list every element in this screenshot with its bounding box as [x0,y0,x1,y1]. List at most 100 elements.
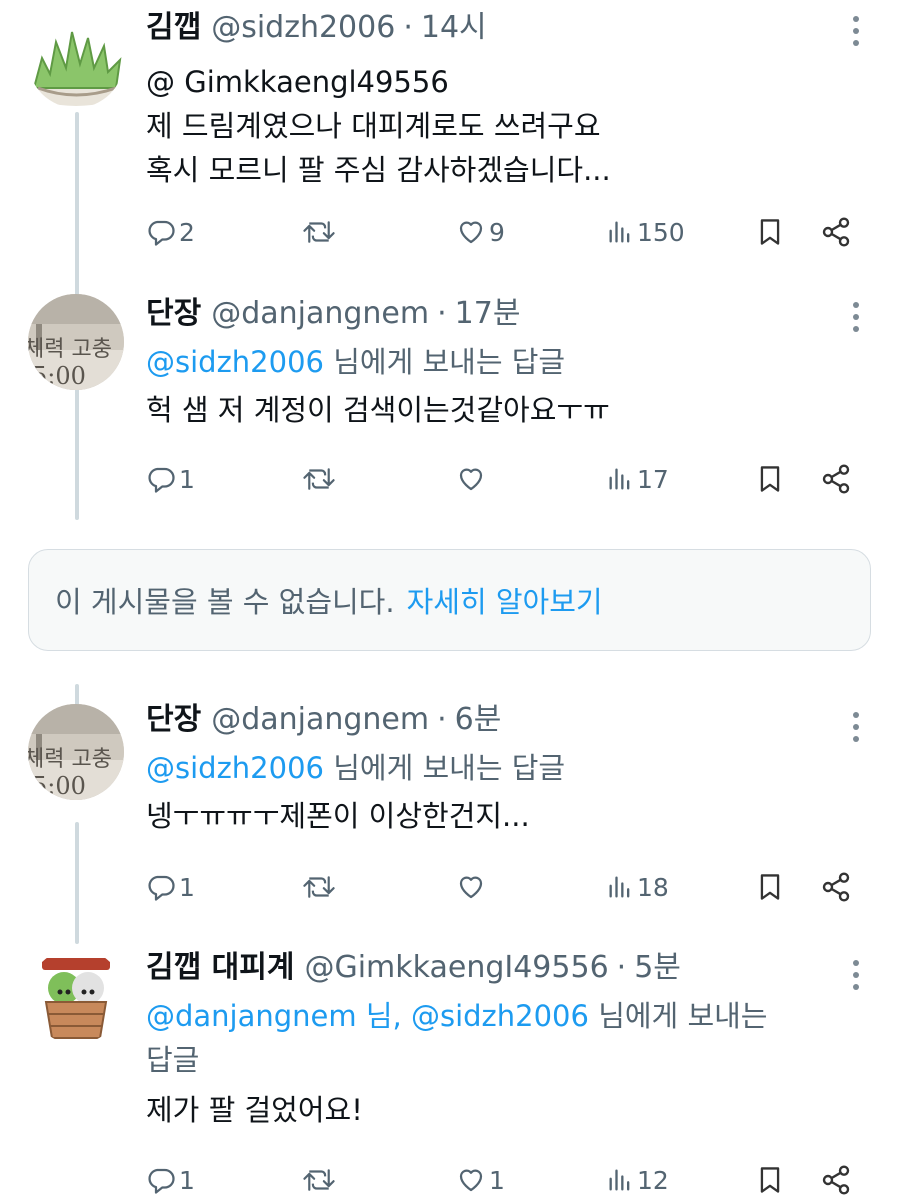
like-button[interactable]: 9 [456,210,505,254]
avatar[interactable]: 체력 고충 5:00 [28,704,124,800]
reply-count: 1 [179,872,195,902]
author-handle[interactable]: @GimkkaengI49556 [304,948,608,988]
avatar-text: 체력 고충 [28,337,112,362]
reply-button[interactable]: 1 [146,1158,195,1202]
tweet[interactable]: 체력 고충 5:00 단장 @danjangnem · 6분 @sidzh200… [0,700,901,930]
chibi-characters-in-bucket-icon [28,948,124,1044]
avatar[interactable]: 체력 고충 5:00 [28,294,124,390]
avatar-text: 체력 고충 [28,747,112,772]
like-button[interactable] [456,865,486,909]
views-chart-icon [609,221,630,243]
author-handle[interactable]: @sidzh2006 [211,8,395,48]
views-button[interactable]: 150 [606,210,685,254]
bookmark-button[interactable] [756,210,784,254]
bookmark-button[interactable] [756,865,784,909]
separator-dot: · [437,702,447,737]
more-options-icon[interactable] [853,16,861,46]
tweet-text-line: 헉 샘 저 계정이 검색이는것같아요ㅜㅠ [146,393,610,427]
action-bar: 1 18 [146,865,866,909]
reply-button[interactable]: 1 [146,457,195,501]
reply-to-label: 님에게 보내는 답글 [333,751,566,785]
reply-to-handle[interactable]: @sidzh2006 [146,751,324,785]
tweet[interactable]: 체력 고충 5:00 단장 @danjangnem · 17분 @sidzh20… [0,290,901,530]
reply-to-handle[interactable]: @sidzh2006 [411,999,589,1033]
heart-icon [459,221,483,244]
action-bar: 1 17 [146,457,866,501]
view-count: 12 [637,1165,669,1195]
views-button[interactable]: 18 [606,865,669,909]
like-button[interactable] [456,457,486,501]
author-name[interactable]: 김깹 대피계 [146,948,294,988]
tweet-text-line: 넹ㅜㅠㅠㅜ제폰이 이상한건지... [146,799,530,833]
reply-to-handle[interactable]: @sidzh2006 [146,345,324,379]
reply-count: 2 [179,217,195,247]
bookmark-icon [760,219,780,245]
retweet-button[interactable] [302,210,336,254]
reply-icon [148,1168,175,1194]
reply-count: 1 [179,1165,195,1195]
green-spiky-hair-avatar-icon [28,12,124,108]
view-count: 17 [637,464,669,494]
reply-button[interactable]: 1 [146,865,195,909]
author-name[interactable]: 단장 [146,700,201,740]
reply-button[interactable]: 2 [146,210,195,254]
author-handle[interactable]: @danjangnem [211,294,429,334]
timestamp[interactable]: 17분 [455,294,521,334]
tweet[interactable]: 김깹 대피계 @GimkkaengI49556 · 5분 @danjangnem… [0,944,901,1200]
author-name[interactable]: 김깹 [146,8,201,48]
reply-icon [148,220,175,246]
reply-to-label: 답글 [146,1043,200,1077]
notice-text: 이 게시물을 볼 수 없습니다. [55,585,395,619]
views-chart-icon [609,468,630,490]
share-icon [822,872,850,902]
author-name[interactable]: 단장 [146,294,201,334]
more-options-icon[interactable] [853,712,861,742]
more-options-icon[interactable] [853,960,861,990]
heart-icon [459,468,483,491]
bookmark-icon [760,1167,780,1193]
timestamp[interactable]: 6분 [455,700,502,740]
share-button[interactable] [820,457,852,501]
avatar[interactable] [28,948,124,1044]
timestamp[interactable]: 14시 [421,8,487,48]
heart-icon [459,876,483,899]
bookmark-button[interactable] [756,1158,784,1202]
tweet-text-line: 제가 팔 걸었어요! [146,1093,363,1127]
avatar-text: 5:00 [32,362,86,390]
retweet-button[interactable] [302,457,336,501]
reply-icon [148,467,175,493]
views-chart-icon [609,1169,630,1191]
bookmark-button[interactable] [756,457,784,501]
tweet[interactable]: 김깹 @sidzh2006 · 14시 @ Gimkkaengl49556 제 … [0,0,901,270]
bookmark-icon [760,874,780,900]
retweet-button[interactable] [302,1158,336,1202]
share-button[interactable] [820,865,852,909]
tweet-text-line: 혹시 모르니 팔 주심 감사하겠습니다... [146,153,611,187]
share-icon [822,1165,850,1195]
view-count: 150 [637,217,685,247]
timestamp[interactable]: 5분 [634,948,681,988]
views-button[interactable]: 12 [606,1158,669,1202]
separator-dot: · [403,10,413,45]
like-count: 1 [489,1165,505,1195]
like-button[interactable]: 1 [456,1158,505,1202]
tweet-text-line: @ Gimkkaengl49556 [146,65,449,99]
share-button[interactable] [820,210,852,254]
retweet-icon [303,468,335,490]
bookmark-icon [760,466,780,492]
learn-more-link[interactable]: 자세히 알아보기 [407,579,603,621]
more-options-icon[interactable] [853,302,861,332]
avatar-text: 5:00 [32,772,86,800]
reply-to-handle[interactable]: @danjangnem 님, [146,999,402,1033]
reply-to-label: 님에게 보내는 답글 [333,345,566,379]
avatar[interactable] [28,12,124,108]
action-bar: 2 9 150 [146,210,866,254]
author-handle[interactable]: @danjangnem [211,700,429,740]
unavailable-post-notice: 이 게시물을 볼 수 없습니다. 자세히 알아보기 [28,549,871,651]
share-button[interactable] [820,1158,852,1202]
share-icon [822,217,850,247]
retweet-button[interactable] [302,865,336,909]
reply-to-label: 님에게 보내는 [598,999,768,1033]
views-button[interactable]: 17 [606,457,669,501]
retweet-icon [303,221,335,243]
